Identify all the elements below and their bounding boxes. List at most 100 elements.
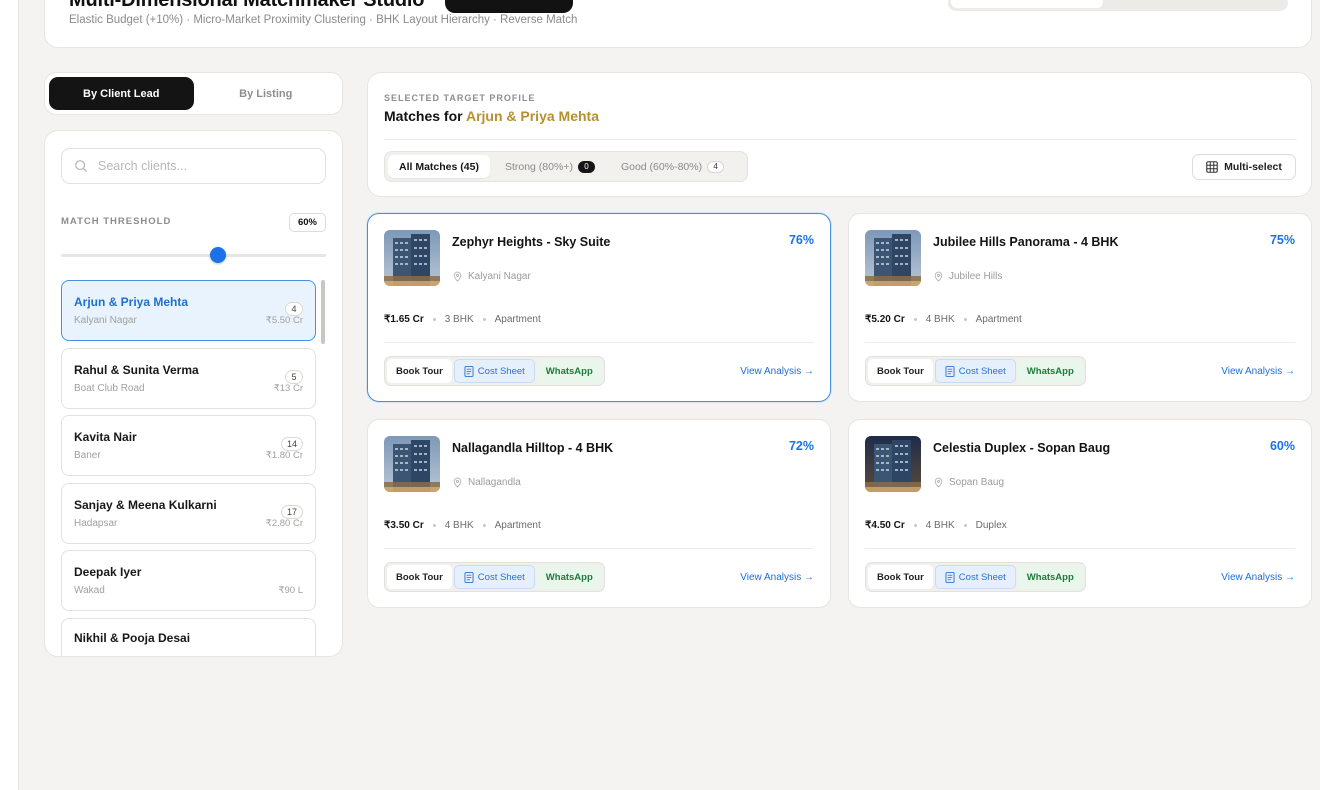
threshold-slider-track[interactable] (61, 254, 326, 257)
match-score: 72% (788, 439, 814, 453)
property-card[interactable]: Nallagandla Hilltop - 4 BHK Nallagandla … (367, 419, 831, 608)
whatsapp-button[interactable]: WhatsApp (1017, 359, 1083, 383)
property-name: Zephyr Heights - Sky Suite (452, 235, 611, 249)
property-price: ₹4.50 Cr (865, 520, 905, 531)
client-search[interactable] (61, 148, 326, 184)
view-analysis-link[interactable]: View Analysis → (1221, 366, 1295, 377)
target-profile-card: SELECTED TARGET PROFILE Matches for Arju… (367, 72, 1312, 197)
whatsapp-button[interactable]: WhatsApp (536, 565, 602, 589)
separator-dot (913, 524, 917, 527)
card-actions: Book Tour Cost Sheet WhatsApp (865, 562, 1086, 592)
view-analysis-link[interactable]: View Analysis → (740, 366, 814, 377)
client-name: Kavita Nair (74, 430, 137, 444)
card-actions: Book Tour Cost Sheet WhatsApp (865, 356, 1086, 386)
property-location: Kalyani Nagar (452, 271, 531, 282)
divider (865, 548, 1295, 549)
tab-good-matches[interactable]: Good (60%-80%) 4 (610, 155, 735, 178)
client-budget: ₹5.50 Cr (265, 315, 303, 326)
tab-by-client-lead[interactable]: By Client Lead (49, 77, 194, 110)
cost-sheet-button[interactable]: Cost Sheet (934, 565, 1016, 589)
client-list-scrollbar[interactable] (321, 280, 325, 344)
property-type: Apartment (494, 520, 541, 531)
threshold-slider-handle[interactable] (210, 247, 226, 263)
match-count-badge: 4 (285, 302, 303, 316)
client-location: Baner (74, 450, 101, 461)
location-pin-icon (934, 477, 943, 488)
card-actions: Book Tour Cost Sheet WhatsApp (384, 562, 605, 592)
match-score: 75% (1269, 233, 1295, 247)
whatsapp-button[interactable]: WhatsApp (536, 359, 602, 383)
client-location: Wakad (74, 585, 105, 596)
tab-label: All Matches (45) (399, 160, 479, 173)
threshold-value: 60% (289, 213, 326, 232)
property-price: ₹1.65 Cr (384, 314, 424, 325)
client-item-nikhil-pooja-desai[interactable]: Nikhil & Pooja Desai (61, 617, 316, 656)
property-name: Celestia Duplex - Sopan Baug (933, 441, 1111, 455)
property-card[interactable]: Zephyr Heights - Sky Suite Kalyani Nagar… (367, 213, 831, 402)
tab-by-listing[interactable]: By Listing (194, 77, 339, 110)
book-tour-button[interactable]: Book Tour (868, 565, 933, 589)
match-count-badge: 5 (285, 369, 303, 384)
cost-sheet-label: Cost Sheet (477, 571, 525, 583)
property-bhk: 4 BHK (925, 314, 955, 325)
property-location-text: Jubilee Hills (949, 271, 1003, 282)
property-card[interactable]: Jubilee Hills Panorama - 4 BHK Jubilee H… (848, 213, 1312, 402)
page-subtitle: Elastic Budget (+10%) · Micro-Market Pro… (69, 14, 578, 26)
divider (865, 342, 1295, 343)
threshold-label: MATCH THRESHOLD (61, 216, 172, 227)
match-count-badge: 17 (280, 504, 303, 519)
property-thumbnail (384, 230, 440, 286)
view-analysis-link[interactable]: View Analysis → (1221, 572, 1295, 583)
client-item-kavita-nair[interactable]: Kavita Nair Baner 14 ₹1.80 Cr (61, 415, 316, 476)
separator-dot (432, 524, 436, 527)
view-toggle[interactable] (948, 0, 1288, 11)
document-icon (464, 365, 474, 377)
client-location: Kalyani Nagar (74, 315, 137, 326)
count-badge: 0 (577, 160, 595, 173)
client-name: Sanjay & Meena Kulkarni (74, 497, 217, 512)
divider (384, 139, 1297, 140)
property-meta: ₹5.20 Cr 4 BHK Apartment (865, 314, 1022, 325)
property-name: Nallagandla Hilltop - 4 BHK (452, 441, 614, 455)
property-bhk: 4 BHK (444, 520, 474, 531)
client-budget: ₹90 L (278, 585, 303, 596)
property-bhk: 3 BHK (444, 314, 474, 325)
separator-dot (963, 524, 967, 527)
client-item-deepak-iyer[interactable]: Deepak Iyer Wakad ₹90 L (61, 550, 316, 611)
count-badge: 4 (707, 160, 725, 173)
property-price: ₹3.50 Cr (384, 520, 424, 531)
cost-sheet-button[interactable]: Cost Sheet (453, 565, 535, 589)
client-name: Arjun & Priya Mehta (74, 295, 189, 309)
client-item-sanjay-meena-kulkarni[interactable]: Sanjay & Meena Kulkarni Hadapsar 17 ₹2.8… (61, 482, 316, 544)
cost-sheet-button[interactable]: Cost Sheet (453, 359, 535, 383)
book-tour-button[interactable]: Book Tour (387, 359, 452, 383)
match-score: 76% (788, 233, 814, 247)
view-toggle-active-segment[interactable] (951, 0, 1103, 8)
book-tour-button[interactable]: Book Tour (387, 565, 452, 589)
property-bhk: 4 BHK (925, 520, 955, 531)
search-input[interactable] (98, 159, 318, 173)
tab-strong-matches[interactable]: Strong (80%+) 0 (494, 155, 606, 178)
separator-dot (482, 318, 486, 321)
property-card[interactable]: Celestia Duplex - Sopan Baug Sopan Baug … (848, 419, 1312, 608)
tab-label: Strong (80%+) (504, 160, 573, 173)
client-budget: ₹13 Cr (273, 382, 303, 394)
header-badge (445, 0, 573, 13)
client-item-arjun-priya-mehta[interactable]: Arjun & Priya Mehta Kalyani Nagar 4 ₹5.5… (61, 280, 316, 341)
book-tour-button[interactable]: Book Tour (868, 359, 933, 383)
divider (384, 548, 814, 549)
client-item-rahul-sunita-verma[interactable]: Rahul & Sunita Verma Boat Club Road 5 ₹1… (61, 347, 316, 409)
match-count-badge: 14 (280, 437, 303, 451)
multi-select-button[interactable]: Multi-select (1192, 154, 1296, 180)
property-thumbnail (865, 230, 921, 286)
view-analysis-link[interactable]: View Analysis → (740, 572, 814, 583)
property-meta: ₹4.50 Cr 4 BHK Duplex (865, 520, 1007, 531)
cost-sheet-label: Cost Sheet (958, 365, 1006, 377)
client-name: Nikhil & Pooja Desai (74, 630, 191, 645)
cost-sheet-button[interactable]: Cost Sheet (934, 359, 1016, 383)
tab-all-matches[interactable]: All Matches (45) (388, 155, 490, 178)
whatsapp-button[interactable]: WhatsApp (1017, 565, 1083, 589)
separator-dot (913, 318, 917, 321)
document-icon (464, 571, 474, 583)
property-location: Sopan Baug (933, 477, 1004, 488)
